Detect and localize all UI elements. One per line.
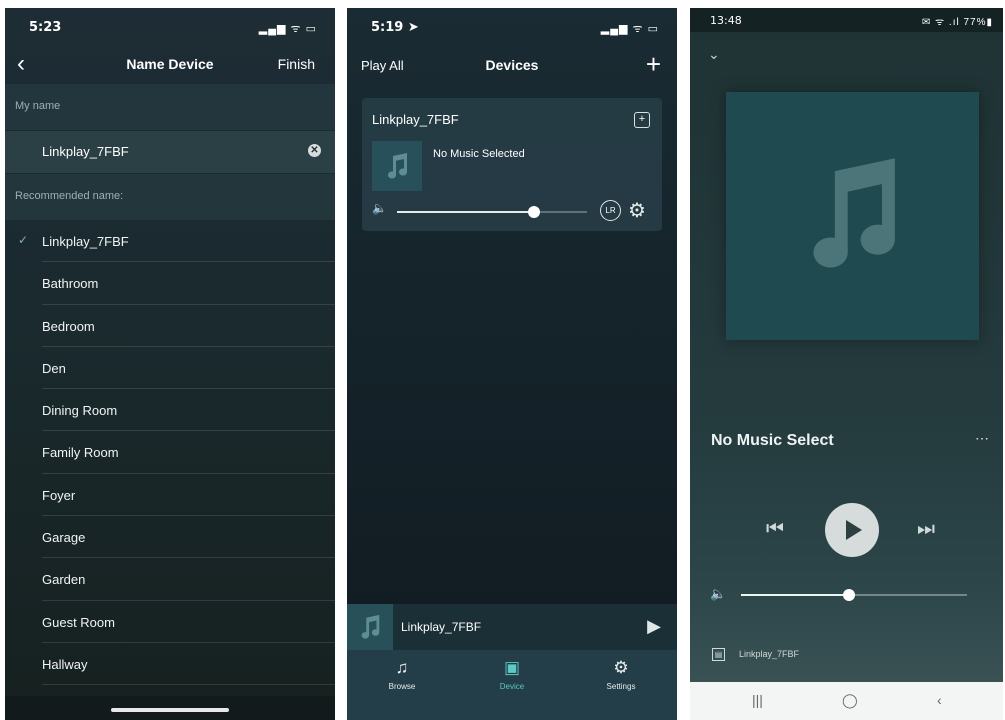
album-art	[726, 92, 979, 340]
status-time: 5:19 ➤	[371, 20, 419, 35]
tab-label: Settings	[606, 682, 636, 691]
mini-album-art	[347, 604, 393, 650]
device-name: Linkplay_7FBF	[372, 112, 459, 127]
recommended-name-label: Hallway	[42, 656, 88, 672]
recommended-name-item[interactable]: Den	[5, 347, 335, 390]
player-screen: 13:48 ✉ ᯤ .ıl 77%▮ ⌄ No Music Select ⋯ ⏮…	[690, 8, 1003, 720]
lr-channel-button[interactable]: LR	[600, 200, 621, 221]
tab-bar: ♫ Browse ▣ Device ⚙ Settings	[347, 650, 677, 720]
music-note-icon	[361, 614, 380, 639]
volume-icon: 🔈	[372, 201, 387, 215]
speaker-icon: ▣	[503, 658, 521, 677]
status-indicators: ✉ ᯤ .ıl 77%▮	[921, 17, 993, 28]
recommended-name-item[interactable]: Hallway	[5, 643, 335, 686]
play-button[interactable]	[825, 503, 879, 557]
gear-icon[interactable]: ⚙	[628, 198, 646, 223]
tab-settings[interactable]: ⚙ Settings	[581, 658, 661, 691]
mini-player-device-name: Linkplay_7FBF	[401, 620, 482, 634]
recommended-name-label: Family Room	[42, 445, 119, 461]
current-device[interactable]: ▤ Linkplay_7FBF	[712, 648, 799, 661]
status-time: 13:48	[710, 14, 742, 27]
device-name-field[interactable]: Linkplay_7FBF ✕	[5, 131, 335, 173]
recommended-name-item[interactable]: Guest Room	[5, 601, 335, 643]
recommended-name-label: Den	[42, 360, 66, 376]
volume-slider[interactable]	[397, 206, 587, 218]
checkmark-icon: ✓	[18, 233, 29, 247]
page-title: Devices	[485, 57, 539, 73]
album-art	[372, 141, 422, 191]
chevron-down-icon[interactable]: ⌄	[708, 46, 720, 63]
volume-fill	[397, 211, 534, 213]
recommended-name-label: Garage	[42, 530, 86, 546]
clear-icon[interactable]: ✕	[308, 144, 321, 157]
now-playing-text: No Music Selected	[433, 148, 525, 160]
status-time: 5:23	[29, 20, 62, 35]
music-note-icon	[388, 153, 407, 179]
home-indicator	[111, 708, 229, 712]
volume-slider[interactable]	[741, 589, 967, 601]
recommended-name-item[interactable]: Foyer	[5, 474, 335, 517]
volume-knob[interactable]	[843, 589, 855, 601]
next-icon[interactable]: ⏭	[917, 518, 935, 541]
play-icon[interactable]: ▶	[647, 616, 661, 637]
recommended-name-item[interactable]: ✓ Linkplay_7FBF	[5, 220, 335, 263]
music-note-icon: ♫	[395, 658, 409, 677]
tab-browse[interactable]: ♫ Browse	[362, 658, 442, 691]
nav-bar: ‹ Name Device Finish	[5, 46, 335, 84]
add-device-icon[interactable]: +	[646, 49, 661, 80]
recommended-name-label: Garden	[42, 572, 86, 588]
back-button[interactable]: ‹	[937, 692, 942, 708]
device-name-value[interactable]: Linkplay_7FBF	[42, 144, 129, 159]
recommended-name-item[interactable]: Bathroom	[5, 262, 335, 305]
volume-fill	[741, 594, 849, 596]
device-card[interactable]: Linkplay_7FBF + No Music Selected 🔈 LR ⚙	[362, 98, 662, 231]
volume-icon: 🔈	[710, 586, 727, 601]
recommended-name-label: Recommended name:	[5, 174, 335, 220]
recommended-name-item[interactable]: Garden	[5, 558, 335, 601]
volume-knob[interactable]	[528, 206, 540, 218]
status-bar: 13:48 ✉ ᯤ .ıl 77%▮	[690, 8, 1003, 32]
current-device-name: Linkplay_7FBF	[739, 648, 800, 659]
recommended-name-label: Bathroom	[42, 276, 99, 292]
group-icon[interactable]: +	[634, 112, 650, 128]
android-nav-bar: ||| ◯ ‹	[690, 682, 1003, 720]
recommended-name-label: Linkplay_7FBF	[42, 234, 129, 249]
previous-icon[interactable]: ⏮	[766, 518, 784, 541]
status-bar: 5:19 ➤ ▂▄▆ ᯤ ▭	[347, 8, 677, 46]
recommended-name-label: Dining Room	[42, 403, 118, 419]
finish-button[interactable]: Finish	[278, 56, 315, 72]
name-device-screen: 5:23 ▂▄▆ ᯤ ▭ ‹ Name Device Finish My nam…	[5, 8, 335, 720]
recommended-name-item[interactable]: Family Room	[5, 431, 335, 474]
recommended-name-list: ✓ Linkplay_7FBF Bathroom Bedroom Den Dining R…	[5, 220, 335, 686]
status-bar: 5:23 ▂▄▆ ᯤ ▭	[5, 8, 335, 46]
nav-bar: Play All Devices +	[347, 46, 677, 84]
track-title: No Music Select	[711, 432, 834, 449]
devices-screen: 5:19 ➤ ▂▄▆ ᯤ ▭ Play All Devices + Linkpl…	[347, 8, 677, 720]
recommended-name-item[interactable]: Bedroom	[5, 305, 335, 347]
bottom-bar	[5, 696, 335, 720]
my-name-label: My name	[5, 84, 335, 130]
tab-device[interactable]: ▣ Device	[472, 658, 552, 691]
home-button[interactable]: ◯	[842, 692, 858, 709]
tab-label: Device	[499, 682, 525, 691]
recommended-name-label: Bedroom	[42, 318, 95, 334]
recommended-name-label: Foyer	[42, 487, 76, 503]
gear-icon: ⚙	[613, 658, 629, 677]
recommended-name-item[interactable]: Dining Room	[5, 389, 335, 432]
device-icon: ▤	[712, 648, 725, 661]
recommended-name-item[interactable]: Garage	[5, 516, 335, 559]
tab-label: Browse	[388, 682, 416, 691]
recents-button[interactable]: |||	[752, 692, 763, 708]
status-indicators: ▂▄▆ ᯤ ▭	[258, 23, 317, 35]
music-note-icon	[813, 158, 895, 268]
mini-player[interactable]: Linkplay_7FBF ▶	[347, 604, 677, 650]
divider	[42, 684, 335, 686]
status-indicators: ▂▄▆ ᯤ ▭	[600, 23, 659, 35]
recommended-name-label: Guest Room	[42, 614, 115, 630]
more-icon[interactable]: ⋯	[975, 430, 990, 447]
